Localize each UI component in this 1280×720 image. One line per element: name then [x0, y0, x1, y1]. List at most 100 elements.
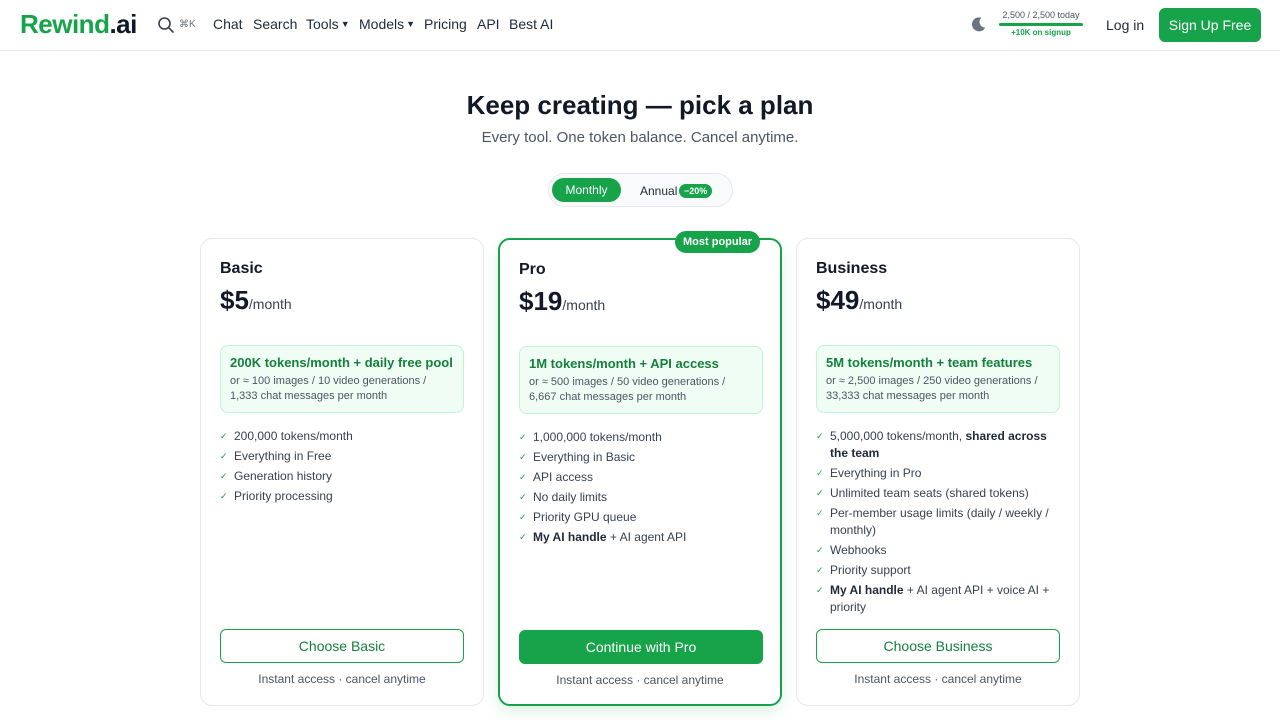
- plan-name: Basic: [220, 260, 263, 277]
- check-icon: ✓: [519, 472, 527, 482]
- feature-text: Priority GPU queue: [533, 510, 637, 524]
- feature-item: ✓ API access: [519, 469, 763, 486]
- quota-bonus: +10K on signup: [1011, 28, 1071, 37]
- feature-text: Priority processing: [234, 489, 333, 503]
- token-allowance-box: 5M tokens/month + team features or ≈ 2,5…: [816, 345, 1060, 413]
- feature-text: 1,000,000 tokens/month: [533, 430, 662, 444]
- logo-main: Rewind: [20, 9, 110, 39]
- signup-button[interactable]: Sign Up Free: [1159, 8, 1261, 42]
- feature-text: Priority support: [830, 563, 911, 577]
- check-icon: ✓: [519, 452, 527, 462]
- choose-basic-button[interactable]: Choose Basic: [220, 629, 464, 663]
- token-quota: 2,500 / 2,500 today +10K on signup: [996, 10, 1086, 37]
- plan-card-basic: Basic $5/month 200K tokens/month + daily…: [200, 238, 484, 706]
- plan-note: Instant access · cancel anytime: [556, 673, 724, 687]
- check-icon: ✓: [816, 565, 824, 575]
- logo[interactable]: Rewind.ai: [20, 9, 137, 40]
- moon-icon[interactable]: [970, 16, 987, 33]
- page-title: Keep creating — pick a plan: [466, 90, 814, 120]
- feature-item: ✓ No daily limits: [519, 489, 763, 506]
- search-icon[interactable]: [157, 16, 175, 34]
- billing-annual-option[interactable]: Annual: [640, 184, 677, 198]
- check-icon: ✓: [220, 451, 228, 461]
- check-icon: ✓: [519, 512, 527, 522]
- feature-item: ✓ Priority support: [816, 562, 1060, 579]
- feature-text-bold: My AI handle: [533, 530, 607, 544]
- logo-suffix: .ai: [109, 9, 137, 39]
- token-allowance-detail: or ≈ 100 images / 10 video generations /…: [230, 375, 427, 402]
- plan-card-business: Business $49/month 5M tokens/month + tea…: [796, 238, 1080, 706]
- check-icon: ✓: [220, 471, 228, 481]
- feature-text: Generation history: [234, 469, 333, 483]
- feature-text: Everything in Pro: [830, 466, 922, 480]
- feature-text: Webhooks: [830, 543, 887, 557]
- chevron-down-icon: ▼: [340, 19, 350, 29]
- billing-toggle: Monthly Annual −20%: [548, 173, 733, 207]
- price-amount: $5: [220, 285, 249, 315]
- price-period: /month: [562, 297, 606, 313]
- nav-chat[interactable]: Chat: [213, 16, 243, 32]
- feature-item: ✓ Everything in Free: [220, 448, 464, 465]
- check-icon: ✓: [816, 545, 824, 555]
- feature-item: ✓ Webhooks: [816, 542, 1060, 559]
- nav-search[interactable]: Search: [253, 16, 297, 32]
- feature-text-bold: My AI handle: [830, 583, 904, 597]
- feature-list: ✓ 5,000,000 tokens/month, shared across t…: [816, 428, 1060, 619]
- nav-pricing[interactable]: Pricing: [424, 16, 467, 32]
- check-icon: ✓: [220, 491, 228, 501]
- price-amount: $49: [816, 285, 860, 315]
- feature-text: Unlimited team seats (shared tokens): [830, 486, 1029, 500]
- feature-item: ✓ 1,000,000 tokens/month: [519, 429, 763, 446]
- feature-item: ✓ My AI handle + AI agent API: [519, 529, 763, 546]
- check-icon: ✓: [816, 431, 824, 441]
- check-icon: ✓: [519, 432, 527, 442]
- token-allowance-detail: or ≈ 500 images / 50 video generations /…: [529, 376, 726, 403]
- plan-price: $19/month: [519, 286, 605, 317]
- token-allowance-title: 5M tokens/month + team features: [826, 355, 1033, 370]
- continue-with-pro-button[interactable]: Continue with Pro: [519, 630, 763, 664]
- token-allowance-title: 200K tokens/month + daily free pool: [230, 355, 453, 370]
- feature-item: ✓ Everything in Basic: [519, 449, 763, 466]
- most-popular-badge: Most popular: [675, 231, 761, 253]
- nav-best-ai[interactable]: Best AI: [509, 16, 553, 32]
- quota-progress-bar: [999, 23, 1083, 26]
- check-icon: ✓: [220, 431, 228, 441]
- feature-item: ✓ Everything in Pro: [816, 465, 1060, 482]
- feature-item: ✓ My AI handle + AI agent API + voice AI …: [816, 582, 1060, 616]
- feature-text: Per-member usage limits (daily / weekly …: [830, 506, 1049, 537]
- check-icon: ✓: [816, 508, 824, 518]
- nav-models-label: Models: [359, 16, 405, 32]
- quota-text: 2,500 / 2,500 today: [1002, 10, 1080, 20]
- feature-text: No daily limits: [533, 490, 608, 504]
- page-subtitle: Every tool. One token balance. Cancel an…: [481, 129, 799, 146]
- billing-monthly-option[interactable]: Monthly: [552, 178, 621, 202]
- feature-text: Everything in Free: [234, 449, 332, 463]
- feature-text: Everything in Basic: [533, 450, 636, 464]
- feature-list: ✓ 1,000,000 tokens/month ✓ Everything in B…: [519, 429, 763, 549]
- annual-discount-badge: −20%: [679, 184, 713, 198]
- check-icon: ✓: [519, 492, 527, 502]
- token-allowance-title: 1M tokens/month + API access: [529, 356, 719, 371]
- nav-api[interactable]: API: [477, 16, 500, 32]
- nav-tools-label: Tools: [306, 16, 339, 32]
- price-period: /month: [859, 296, 903, 312]
- price-period: /month: [248, 296, 292, 312]
- feature-text: 5,000,000 tokens/month,: [830, 429, 966, 443]
- plan-card-pro: Most popular Pro $19/month 1M tokens/mon…: [498, 231, 782, 706]
- feature-text: 200,000 tokens/month: [234, 429, 353, 443]
- login-link[interactable]: Log in: [1106, 17, 1144, 33]
- feature-text: + AI agent API: [606, 530, 687, 544]
- check-icon: ✓: [519, 532, 527, 542]
- token-allowance-box: 200K tokens/month + daily free pool or ≈…: [220, 345, 464, 413]
- check-icon: ✓: [816, 585, 824, 595]
- token-allowance-detail: or ≈ 2,500 images / 250 video generation…: [826, 375, 1038, 402]
- nav-models[interactable]: Models ▼: [359, 16, 415, 32]
- nav-tools[interactable]: Tools ▼: [306, 16, 350, 32]
- choose-business-button[interactable]: Choose Business: [816, 629, 1060, 663]
- feature-item: ✓ Per-member usage limits (daily / weekly…: [816, 505, 1060, 539]
- token-allowance-box: 1M tokens/month + API access or ≈ 500 im…: [519, 346, 763, 414]
- plan-price: $49/month: [816, 285, 902, 316]
- feature-item: ✓ Unlimited team seats (shared tokens): [816, 485, 1060, 502]
- feature-item: ✓ Priority processing: [220, 488, 464, 505]
- check-icon: ✓: [816, 488, 824, 498]
